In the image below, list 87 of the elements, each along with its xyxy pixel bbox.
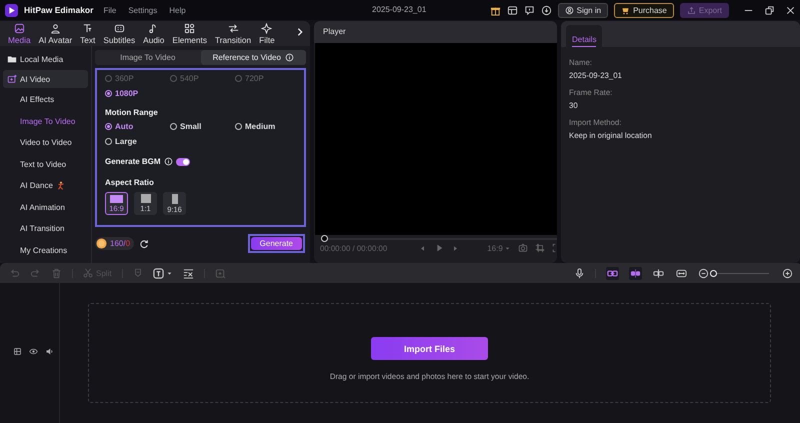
zoom-out-icon[interactable] [698, 268, 709, 278]
text-box-icon[interactable] [152, 268, 164, 278]
resolution-option[interactable]: 1080P [105, 89, 170, 98]
close-icon[interactable] [785, 4, 796, 16]
avatar-icon [50, 23, 61, 34]
progress-thumb[interactable] [321, 235, 328, 242]
elements-icon [184, 23, 196, 34]
clip-toggle[interactable] [652, 266, 665, 280]
sidebar-item[interactable]: Local Media [3, 50, 88, 68]
sidebar-item[interactable]: My Creations [3, 240, 88, 260]
motion-option[interactable]: Auto [105, 122, 170, 131]
caret-icon[interactable] [166, 270, 173, 276]
details-tab[interactable]: Details [566, 25, 602, 47]
sidebar-item[interactable]: Video to Video [3, 133, 88, 152]
zoom-in-icon[interactable] [782, 268, 793, 278]
tool-tab[interactable]: Transition [211, 23, 256, 45]
layout-icon[interactable] [506, 4, 518, 16]
dancer-icon [56, 180, 66, 191]
sidebar-item[interactable]: Image To Video [3, 112, 88, 131]
restore-icon[interactable] [764, 4, 775, 16]
media-icon [14, 23, 25, 34]
bgm-toggle[interactable] [176, 158, 190, 166]
tool-tab[interactable]: Text [76, 23, 100, 45]
text-icon [82, 23, 94, 34]
ai-video-icon [7, 74, 17, 84]
bgm-label: Generate BGM [105, 157, 161, 166]
speaker-icon[interactable] [45, 347, 54, 356]
sidebar-item[interactable]: Text to Video [3, 154, 88, 174]
app-name: HitPaw Edimakor [24, 5, 94, 15]
purchase-button[interactable]: Purchase [614, 2, 674, 18]
sidebar-item[interactable]: AI Transition [3, 219, 88, 238]
sidebar-item[interactable]: AI Effects [3, 90, 88, 110]
refresh-icon[interactable] [139, 238, 150, 248]
generator-tab[interactable]: Reference to Video [200, 50, 306, 65]
eye-icon[interactable] [29, 347, 38, 356]
panel-title: Player [314, 21, 557, 43]
menu-item[interactable]: Help [169, 6, 186, 14]
signin-button[interactable]: Sign in [558, 2, 608, 18]
grid-icon[interactable] [534, 243, 545, 253]
snap-toggle[interactable] [629, 266, 642, 280]
clip-icon [653, 268, 664, 278]
tool-tab[interactable]: Audio [139, 23, 168, 45]
folder-icon [7, 54, 17, 64]
marker-icon[interactable] [132, 268, 143, 278]
section-label: Aspect Ratio [105, 178, 155, 187]
tool-tab[interactable]: AI Avatar [34, 23, 76, 45]
menu-item[interactable]: Settings [128, 6, 158, 14]
caret-icon [504, 244, 511, 252]
microphone-icon[interactable] [574, 268, 585, 278]
filter-icon [261, 23, 272, 34]
tool-tab[interactable]: Elements [168, 23, 211, 45]
tool-tab[interactable]: Subtitles [99, 23, 140, 45]
snap-icon [630, 268, 641, 278]
link-toggle[interactable] [606, 266, 619, 280]
import-files-button[interactable]: Import Files [371, 337, 488, 360]
feedback-icon[interactable] [524, 4, 535, 16]
app-logo [5, 4, 18, 16]
motion-option[interactable]: Large [105, 137, 170, 146]
generator-tab[interactable]: Image To Video [95, 50, 200, 65]
user-icon [564, 6, 574, 14]
section-label: Motion Range [105, 108, 159, 117]
credits-badge: 160/0 [95, 237, 134, 250]
project-title: 2025-09-23_01 [372, 5, 426, 14]
info-icon [284, 53, 294, 62]
sidebar-item[interactable]: AI Animation [3, 198, 88, 217]
fit-icon [676, 268, 687, 278]
subtitles-icon [114, 23, 125, 34]
transition-icon [228, 23, 239, 34]
motion-option[interactable]: Medium [235, 122, 296, 131]
menu-item[interactable]: File [103, 6, 116, 14]
camera-icon[interactable] [518, 243, 528, 253]
tool-tab[interactable]: Filte [255, 23, 279, 45]
sidebar-item[interactable]: AI Video [3, 70, 88, 88]
coin-icon [96, 238, 107, 249]
scissors-icon [83, 268, 93, 278]
chevron-right-icon[interactable] [295, 27, 305, 37]
generate-button[interactable]: Generate [250, 237, 302, 250]
upload-icon [686, 6, 696, 14]
clear-icon[interactable] [182, 268, 194, 278]
zoom-thumb[interactable] [710, 270, 717, 276]
sidebar-item[interactable]: AI Dance [3, 176, 88, 196]
video-track-icon[interactable] [13, 347, 22, 356]
download-icon[interactable] [540, 4, 552, 16]
motion-option[interactable]: Small [170, 122, 235, 131]
cart-icon [621, 6, 630, 14]
tool-tab[interactable]: Media [4, 23, 35, 45]
link-icon [607, 268, 618, 278]
